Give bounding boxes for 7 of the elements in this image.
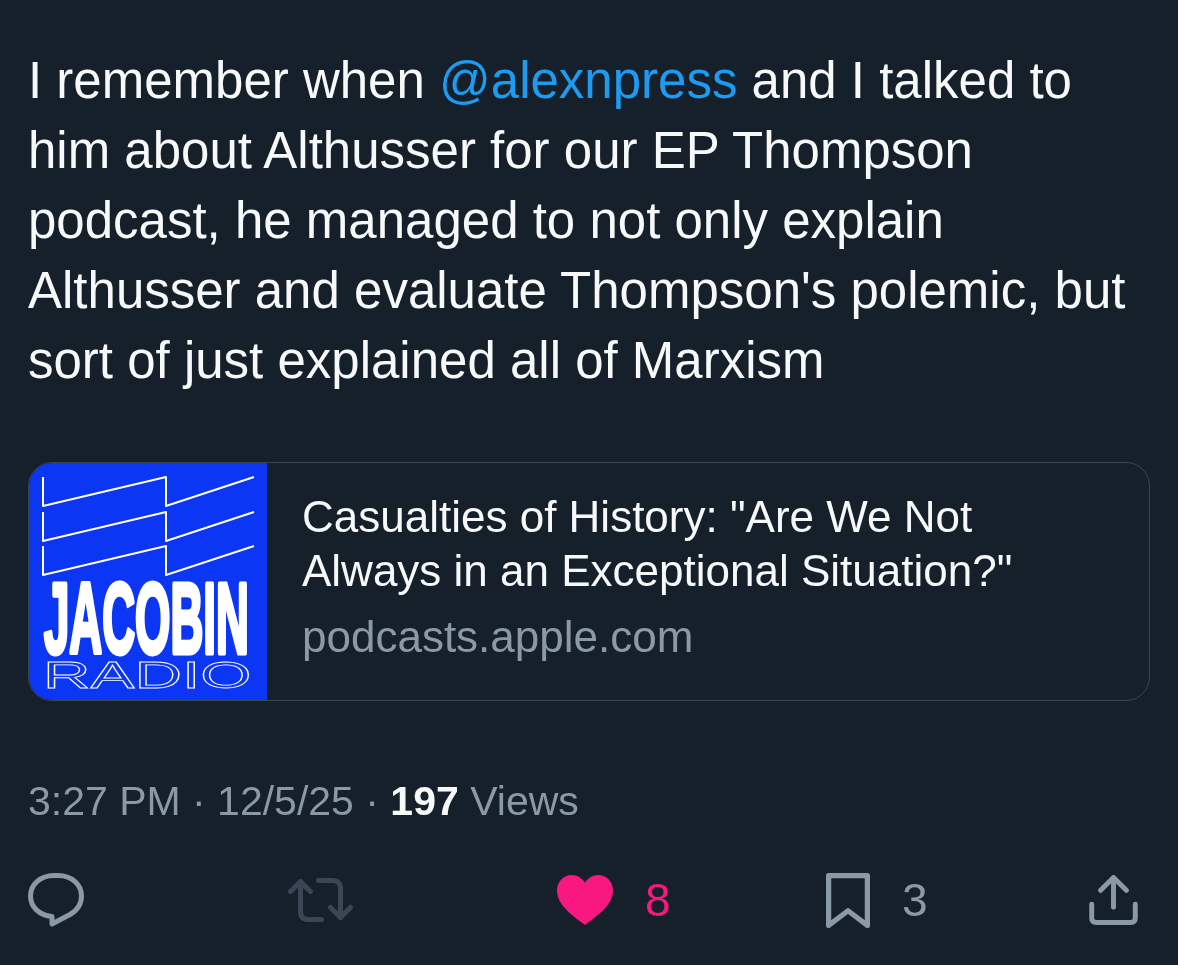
link-domain: podcasts.apple.com <box>302 611 695 663</box>
post-details: 3:27 PM · 12/5/25 · 197 Views <box>28 777 580 826</box>
mention-link[interactable]: @alexnpress <box>439 52 738 109</box>
bookmark-button[interactable]: 3 <box>818 863 936 937</box>
like-button[interactable]: 8 <box>549 863 679 937</box>
link-title: Casualties of History: "Are We Not Always in an Exceptional Situation?" <box>302 491 1014 597</box>
post-text: I remember when @alexnpress and I talked to him about Althusser for our EP Thompson podcast, he managed to not only explain Althusser and evaluate Thompson's polemic, but sort of just explained all of Marxism <box>28 51 1127 391</box>
